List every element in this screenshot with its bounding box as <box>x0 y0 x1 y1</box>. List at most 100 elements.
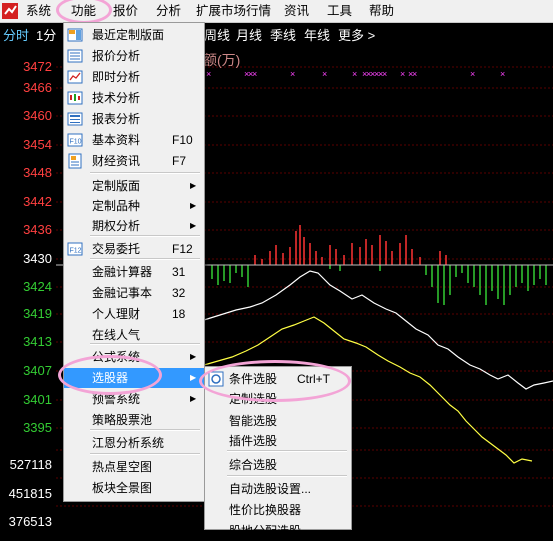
submenu-item-plugin-picker[interactable]: 插件选股 <box>205 431 351 451</box>
submenu-item-value-swap[interactable]: 性价比换股器 <box>205 500 351 520</box>
menu-item-shortcut: F7 <box>172 154 187 168</box>
period-tab-year[interactable]: 年线 <box>304 25 330 44</box>
menu-item-label: 定制品种 <box>92 199 141 213</box>
menu-analysis[interactable]: 分析 <box>156 3 181 20</box>
price-tick-label: 3401 <box>23 392 52 407</box>
period-tab-1min[interactable]: 1分 <box>36 25 56 44</box>
signal-mark: × <box>412 69 417 79</box>
menu-tools[interactable]: 工具 <box>327 3 352 20</box>
submenu-arrow-icon: ▶ <box>190 181 197 190</box>
menu-item-formula-system[interactable]: 公式系统 ▶ <box>64 347 204 367</box>
menu-item-technical-analysis[interactable]: 技术分析 <box>64 88 204 108</box>
f12-icon: F12 <box>67 241 83 257</box>
signal-mark: × <box>252 69 257 79</box>
menu-item-label: 在线人气 <box>92 328 141 342</box>
period-tab-week[interactable]: 周线 <box>204 25 230 44</box>
menu-item-strategy-pool[interactable]: 策略股票池 <box>64 410 204 430</box>
submenu-item-allocation-picker[interactable]: 股地分配选股 <box>205 521 351 541</box>
signal-mark: × <box>206 69 211 79</box>
menu-item-trade-order[interactable]: F12 交易委托 F12 <box>64 239 204 259</box>
function-menu: 最近定制版面报价分析即时分析技术分析报表分析 F10 基本资料 F10 财经资讯 F7 定制… <box>63 22 205 502</box>
menu-item-finance-news[interactable]: 财经资讯 F7 <box>64 151 204 171</box>
volume-tick-label: 376513 <box>8 514 52 529</box>
menu-item-quote-analysis[interactable]: 报价分析 <box>64 46 204 66</box>
menu-item-finance-notebook[interactable]: 金融记事本 32 <box>64 283 204 303</box>
menu-item-personal-finance[interactable]: 个人理财 18 <box>64 304 204 324</box>
signal-mark: × <box>470 69 475 79</box>
menu-item-basic-data[interactable]: F10 基本资料 F10 <box>64 130 204 150</box>
menu-item-custom-layout[interactable]: 定制版面 ▶ <box>64 176 204 196</box>
menu-item-online-popularity[interactable]: 在线人气 <box>64 325 204 345</box>
price-tick-label: 3395 <box>23 420 52 435</box>
signal-mark: × <box>400 69 405 79</box>
submenu-item-label: 插件选股 <box>229 434 278 448</box>
menu-item-label: 即时分析 <box>92 70 141 84</box>
chart-header-fragment: 额(万) <box>203 52 241 68</box>
period-tab-intraday[interactable]: 分时 <box>3 25 29 44</box>
price-tick-label: 3472 <box>23 59 52 74</box>
volume-tick-label: 451815 <box>8 486 52 501</box>
menu-system[interactable]: 系统 <box>26 3 51 20</box>
menu-item-shortcut: 32 <box>172 286 186 300</box>
signal-mark: × <box>500 69 505 79</box>
menu-news[interactable]: 资讯 <box>284 3 309 20</box>
menu-item-option-analysis[interactable]: 期权分析 ▶ <box>64 216 204 236</box>
menu-item-report-analysis[interactable]: 报表分析 <box>64 109 204 129</box>
submenu-item-label: 股地分配选股 <box>229 524 302 538</box>
menu-item-label: 个人理财 <box>92 307 141 321</box>
menu-item-shortcut: F12 <box>172 242 193 256</box>
menu-item-shortcut: 18 <box>172 307 186 321</box>
layout-icon <box>67 27 83 43</box>
menu-item-label: 最近定制版面 <box>92 28 165 42</box>
menu-separator <box>90 172 200 174</box>
menu-bar: 系统 功能 报价 分析 扩展市场行情 资讯 工具 帮助 <box>0 0 553 23</box>
submenu-item-auto-picker-settings[interactable]: 自动选股设置... <box>205 479 351 499</box>
signal-mark: × <box>352 69 357 79</box>
app-logo-icon[interactable] <box>2 3 18 19</box>
menu-item-label: 报表分析 <box>92 112 141 126</box>
menu-item-label: 财经资讯 <box>92 154 141 168</box>
menu-item-sector-panorama[interactable]: 板块全景图 <box>64 478 204 498</box>
signal-mark: × <box>382 69 387 79</box>
period-tab-quarter[interactable]: 季线 <box>270 25 296 44</box>
submenu-item-smart-picker[interactable]: 智能选股 <box>205 411 351 431</box>
menu-item-label: 期权分析 <box>92 219 141 233</box>
period-tab-more[interactable]: 更多 > <box>338 25 375 44</box>
stock-picker-submenu: 条件选股 Ctrl+T 定制选股 智能选股插件选股综合选股自动选股设置... 性价比换股… <box>204 366 352 538</box>
submenu-item-label: 性价比换股器 <box>229 503 302 517</box>
menu-separator <box>90 453 200 455</box>
menu-item-label: 板块全景图 <box>92 481 153 495</box>
menu-quote[interactable]: 报价 <box>113 3 138 20</box>
news-icon <box>67 153 83 169</box>
price-tick-label: 3430 <box>23 251 52 266</box>
menu-item-label: 策略股票池 <box>92 413 153 427</box>
price-tick-label: 3424 <box>23 279 52 294</box>
menu-item-gann-analysis[interactable]: 江恩分析系统 <box>64 433 204 453</box>
menu-item-label: 金融记事本 <box>92 286 153 300</box>
menu-item-finance-calculator[interactable]: 金融计算器 31 <box>64 262 204 282</box>
menu-item-custom-instrument[interactable]: 定制品种 ▶ <box>64 196 204 216</box>
submenu-item-condition-picker[interactable]: 条件选股 Ctrl+T <box>205 369 351 389</box>
f10-icon: F10 <box>67 132 83 148</box>
menu-item-shortcut: F10 <box>172 133 193 147</box>
filter-icon <box>208 371 224 387</box>
signal-marks: × ××× × × × ×××××× × ×× × × <box>206 69 505 79</box>
menu-help[interactable]: 帮助 <box>369 3 394 20</box>
submenu-item-combined-picker[interactable]: 综合选股 <box>205 455 351 475</box>
menu-item-hotspot-starmap[interactable]: 热点星空图 <box>64 457 204 477</box>
quote-icon <box>67 48 83 64</box>
price-tick-label: 3419 <box>23 306 52 321</box>
menu-item-stock-picker[interactable]: 选股器 ▶ <box>64 368 204 388</box>
submenu-item-custom-picker[interactable]: 定制选股 <box>205 389 351 409</box>
line-chart-icon <box>67 69 83 85</box>
period-tab-month[interactable]: 月线 <box>236 25 262 44</box>
menu-item-shortcut: 31 <box>172 265 186 279</box>
price-tick-label: 3436 <box>23 222 52 237</box>
menu-item-alert-system[interactable]: 预警系统 ▶ <box>64 389 204 409</box>
menu-extended-market[interactable]: 扩展市场行情 <box>196 3 271 20</box>
volume-tick-label: 527118 <box>9 457 52 472</box>
menu-function[interactable]: 功能 <box>71 3 96 20</box>
menu-item-recent-layout[interactable]: 最近定制版面 <box>64 25 204 45</box>
menu-item-realtime-analysis[interactable]: 即时分析 <box>64 67 204 87</box>
price-tick-label: 3454 <box>23 137 52 152</box>
